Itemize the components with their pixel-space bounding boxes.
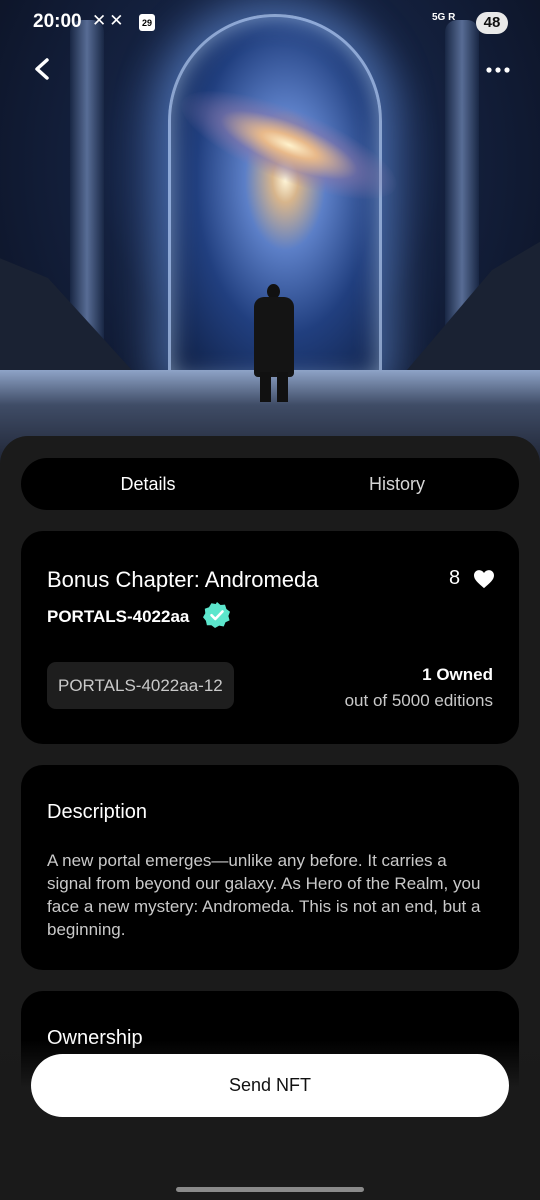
send-nft-button[interactable]: Send NFT <box>31 1054 509 1117</box>
owned-count: 1 Owned <box>422 665 493 684</box>
notification-icons: ✕✕ <box>92 11 127 30</box>
hero-pillar-left <box>70 20 104 350</box>
tab-bar: Details History <box>21 458 519 510</box>
editions-count: out of 5000 editions <box>344 691 493 710</box>
home-indicator <box>176 1187 364 1192</box>
collection-name[interactable]: PORTALS-4022aa <box>47 607 189 627</box>
status-bar: 20:00 ✕✕ 29 5G R 48 <box>0 0 540 46</box>
nft-info-card: Bonus Chapter: Andromeda 8 PORTALS-4022a… <box>21 531 519 744</box>
battery-icon: 48 <box>476 12 508 34</box>
more-options-button[interactable] <box>480 52 516 86</box>
verified-badge-icon <box>203 602 230 628</box>
description-card: Description A new portal emerges—unlike … <box>21 765 519 970</box>
token-id-chip: PORTALS-4022aa-12 <box>47 662 234 709</box>
description-text: A new portal emerges—unlike any before. … <box>47 851 481 939</box>
signal-icon: R <box>448 12 456 23</box>
tab-history[interactable]: History <box>275 458 519 510</box>
description-title: Description <box>47 801 148 823</box>
nft-title: Bonus Chapter: Andromeda <box>47 567 319 592</box>
chevron-left-icon <box>35 58 49 80</box>
hero-figure <box>254 284 294 404</box>
nft-hero-image <box>0 0 540 470</box>
more-horizontal-icon <box>486 67 510 73</box>
like-count: 8 <box>449 567 461 589</box>
back-button[interactable] <box>26 52 60 86</box>
network-indicator: 5G R <box>432 12 455 23</box>
calendar-icon: 29 <box>139 14 155 31</box>
heart-icon[interactable] <box>473 569 495 589</box>
status-time: 20:00 <box>33 11 82 32</box>
network-type: 5G <box>432 12 446 23</box>
tab-details[interactable]: Details <box>21 458 275 510</box>
